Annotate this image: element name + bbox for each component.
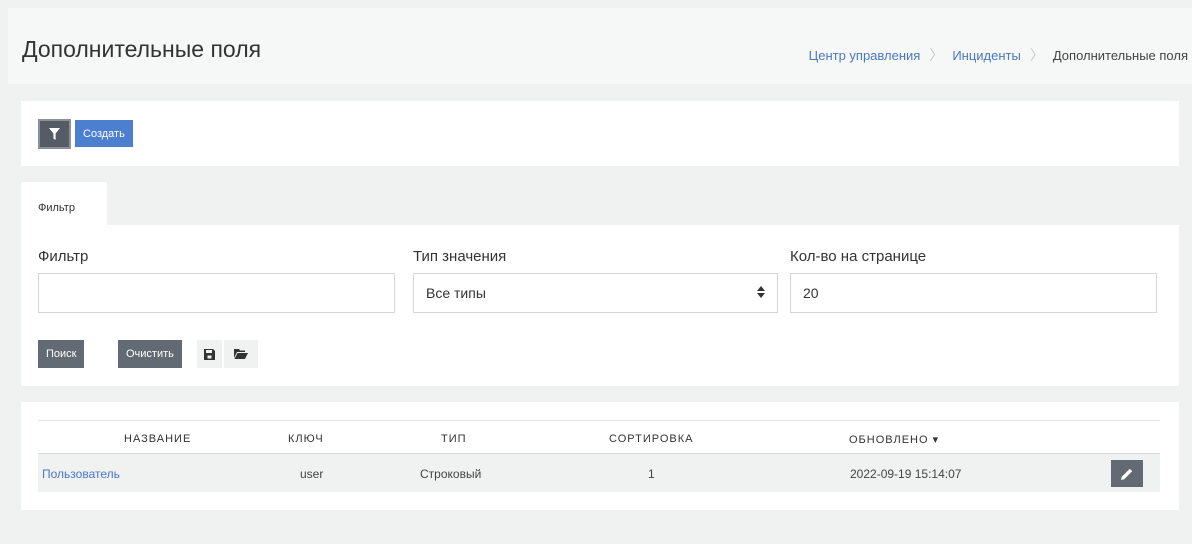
tab-filter[interactable]: Фильтр [21,182,107,225]
filter-label: Фильтр [38,248,89,265]
edit-button[interactable] [1111,460,1143,487]
breadcrumb-incidents[interactable]: Инциденты [952,48,1021,63]
value-type-label: Тип значения [413,248,507,265]
column-header-key[interactable]: КЛЮЧ [288,433,324,445]
search-button[interactable]: Поиск [38,340,85,368]
cell-updated: 2022-09-19 15:14:07 [850,467,962,481]
page-header: Дополнительные поля Центр управления 〉 И… [8,8,1192,84]
save-icon [204,348,215,360]
chevron-right-icon: 〉 [1029,47,1044,63]
cell-name-link[interactable]: Пользователь [42,467,120,481]
page-title: Дополнительные поля [22,36,262,62]
cell-key: user [300,467,324,481]
value-type-selected: Все типы [426,285,486,301]
cell-sort: 1 [648,467,655,481]
filter-icon [49,128,60,140]
load-filter-button[interactable] [224,340,258,368]
per-page-label: Кол-во на странице [790,248,927,265]
table-row: Пользователь user Строковый 1 2022-09-19… [38,454,1160,492]
filter-panel: Фильтр Фильтр Тип значения Все типы Кол-… [21,182,1179,386]
per-page-input[interactable]: 20 [790,273,1157,313]
breadcrumb: Центр управления 〉 Инциденты 〉 Дополните… [809,45,1188,65]
create-button[interactable]: Создать [75,120,133,147]
actions-panel: Создать [21,101,1179,166]
table-header: НАЗВАНИЕ КЛЮЧ ТИП СОРТИРОВКА ОБНОВЛЕНО ▾ [38,420,1160,454]
fields-table: НАЗВАНИЕ КЛЮЧ ТИП СОРТИРОВКА ОБНОВЛЕНО ▾… [38,420,1160,492]
pencil-icon [1121,468,1133,480]
chevron-right-icon: 〉 [929,47,944,63]
column-header-name[interactable]: НАЗВАНИЕ [124,433,191,445]
column-header-type[interactable]: ТИП [441,433,467,445]
tab-strip [21,182,1179,225]
filter-toggle-button[interactable] [38,119,71,149]
table-panel: НАЗВАНИЕ КЛЮЧ ТИП СОРТИРОВКА ОБНОВЛЕНО ▾… [21,402,1179,510]
save-filter-button[interactable] [197,340,222,368]
clear-button[interactable]: Очистить [118,340,182,368]
column-header-sort[interactable]: СОРТИРОВКА [609,433,693,445]
column-header-updated[interactable]: ОБНОВЛЕНО ▾ [849,433,939,446]
breadcrumb-control-center[interactable]: Центр управления [809,48,921,63]
cell-type: Строковый [420,467,482,481]
folder-open-icon [234,349,248,359]
breadcrumb-current: Дополнительные поля [1052,47,1188,63]
filter-input[interactable] [38,273,395,313]
select-arrows-icon [757,286,765,298]
value-type-select[interactable]: Все типы [413,273,778,313]
